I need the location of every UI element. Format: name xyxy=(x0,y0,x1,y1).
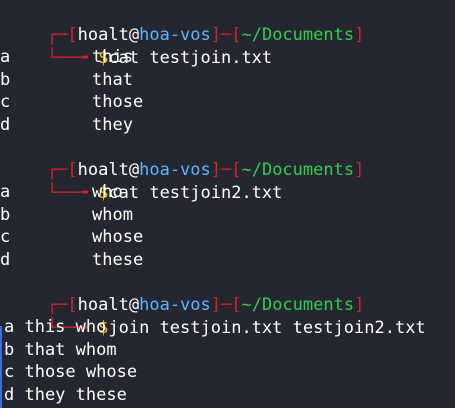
prompt-close: ] xyxy=(354,24,365,45)
terminal-window[interactable]: ┌─[hoalt@hoa-vos]─[~/Documents] └──╼ $ca… xyxy=(0,0,455,408)
output-line: a this xyxy=(0,47,133,67)
join-output-line: a this who xyxy=(4,317,107,337)
prompt-close: ] xyxy=(354,159,365,180)
command-text: cat testjoin2.txt xyxy=(108,182,283,203)
command-text: join testjoin.txt testjoin2.txt xyxy=(108,317,426,338)
prompt-line-top: ┌─[hoalt@hoa-vos]─[~/Documents] xyxy=(6,271,364,315)
prompt-line-command: └──╼ $cat testjoin.txt xyxy=(6,24,272,68)
output-line: b whom xyxy=(0,205,133,225)
command-text: cat testjoin.txt xyxy=(108,47,273,68)
output-line: c those xyxy=(0,92,144,112)
join-output-line: c those whose xyxy=(4,362,138,382)
selection-marker xyxy=(0,326,2,408)
output-line: d they xyxy=(0,115,133,135)
output-line: d these xyxy=(0,250,144,270)
prompt-line-top: ┌─[hoalt@hoa-vos]─[~/Documents] xyxy=(6,1,364,45)
join-output-line: d they these xyxy=(4,385,127,405)
output-line: c whose xyxy=(0,227,144,247)
prompt-line-top: ┌─[hoalt@hoa-vos]─[~/Documents] xyxy=(6,136,364,180)
join-output-line: b that whom xyxy=(4,340,117,360)
output-line: b that xyxy=(0,70,133,90)
output-line: a who xyxy=(0,182,123,202)
prompt-line-command: └──╼ $cat testjoin2.txt xyxy=(6,159,282,203)
prompt-line-command: └──╼ $join testjoin.txt testjoin2.txt xyxy=(6,294,426,338)
